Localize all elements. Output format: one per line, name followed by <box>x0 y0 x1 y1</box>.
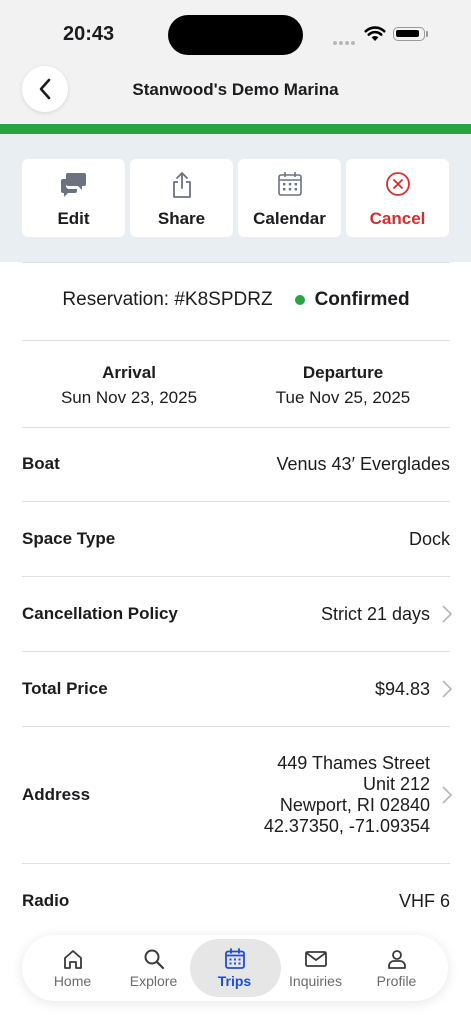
wifi-icon <box>364 26 386 47</box>
arrival-date: Sun Nov 23, 2025 <box>60 388 198 407</box>
dates-section: Arrival Sun Nov 23, 2025 Departure Tue N… <box>22 340 450 428</box>
search-icon <box>111 948 196 970</box>
address-line: Newport, RI 02840 <box>279 795 430 815</box>
share-icon <box>130 171 233 199</box>
chevron-right-icon <box>430 786 452 804</box>
detail-value: VHF 6 <box>398 890 450 911</box>
calendar-icon <box>238 171 341 199</box>
nav-header: Stanwood's Demo Marina <box>0 66 471 124</box>
detail-label: Cancellation Policy <box>22 604 178 623</box>
tab-label: Profile <box>376 973 417 989</box>
share-label: Share <box>157 209 206 228</box>
address-line: 449 Thames Street <box>277 753 430 773</box>
chat-bubbles-icon <box>22 171 125 199</box>
status-dot-icon <box>294 295 305 305</box>
tab-home[interactable]: Home <box>30 935 115 1001</box>
detail-row-address[interactable]: Address 449 Thames Street Unit 212 Newpo… <box>22 727 452 864</box>
cancel-button[interactable]: Cancel <box>346 159 449 237</box>
tab-inquiries[interactable]: Inquiries <box>273 935 358 1001</box>
reservation-details: Reservation: #K8SPDRZ Confirmed Arrival … <box>22 262 452 911</box>
address-value: 449 Thames Street Unit 212 Newport, RI 0… <box>264 753 430 837</box>
cellular-signal-icon <box>333 32 357 50</box>
divider <box>22 262 450 263</box>
tab-label: Trips <box>217 973 252 989</box>
detail-label: Space Type <box>22 529 116 548</box>
detail-value: Dock <box>408 528 450 549</box>
home-icon <box>30 948 115 970</box>
chevron-right-icon <box>430 605 452 623</box>
tab-bar: Home Explore Trips Inquiries Profile <box>22 935 448 1001</box>
status-bar: 20:43 <box>0 0 471 66</box>
status-badge: Confirmed <box>314 289 410 310</box>
address-line: Unit 212 <box>362 774 430 794</box>
detail-row-total-price[interactable]: Total Price $94.83 <box>22 652 452 727</box>
detail-row-radio: Radio VHF 6 <box>22 864 450 938</box>
share-button[interactable]: Share <box>130 159 233 237</box>
detail-row-cancellation-policy[interactable]: Cancellation Policy Strict 21 days <box>22 577 452 652</box>
tab-trips[interactable]: Trips <box>190 935 281 1001</box>
page-title: Stanwood's Demo Marina <box>132 80 339 99</box>
arrival-label: Arrival <box>102 363 156 382</box>
detail-label: Address <box>22 785 91 804</box>
chevron-right-icon <box>430 680 452 698</box>
edit-label: Edit <box>57 209 90 228</box>
arrival: Arrival Sun Nov 23, 2025 <box>22 363 236 408</box>
tab-explore[interactable]: Explore <box>111 935 196 1001</box>
reservation-summary: Reservation: #K8SPDRZ Confirmed <box>22 289 450 311</box>
calendar-label: Calendar <box>253 209 326 228</box>
departure-label: Departure <box>302 363 384 382</box>
tab-label: Inquiries <box>289 973 342 989</box>
departure: Departure Tue Nov 25, 2025 <box>236 363 450 408</box>
status-accent-bar <box>0 124 471 134</box>
action-bar: Edit Share Calendar Cancel <box>0 134 471 262</box>
person-icon <box>354 948 439 970</box>
tab-label: Home <box>53 973 92 989</box>
departure-date: Tue Nov 25, 2025 <box>275 388 411 407</box>
detail-label: Boat <box>22 454 60 473</box>
tab-label: Explore <box>129 973 178 989</box>
calendar-button[interactable]: Calendar <box>238 159 341 237</box>
detail-row-boat: Boat Venus 43′ Everglades <box>22 427 450 502</box>
detail-value: Strict 21 days <box>320 603 430 624</box>
reservation-number: Reservation: #K8SPDRZ <box>62 289 273 310</box>
calendar-icon <box>192 948 277 970</box>
detail-row-space-type: Space Type Dock <box>22 502 450 577</box>
address-coordinates: 42.37350, -71.09354 <box>263 816 430 836</box>
battery-cap <box>426 31 428 37</box>
detail-label: Radio <box>22 891 70 910</box>
battery-icon <box>393 27 425 41</box>
tab-profile[interactable]: Profile <box>354 935 439 1001</box>
detail-value: $94.83 <box>374 678 430 699</box>
mail-icon <box>273 948 358 970</box>
cancel-circle-icon <box>346 171 449 199</box>
detail-value: Venus 43′ Everglades <box>276 453 451 474</box>
clock: 20:43 <box>63 23 115 45</box>
detail-label: Total Price <box>22 679 108 698</box>
dynamic-island <box>168 15 303 55</box>
edit-button[interactable]: Edit <box>22 159 125 237</box>
cancel-label: Cancel <box>369 209 426 228</box>
